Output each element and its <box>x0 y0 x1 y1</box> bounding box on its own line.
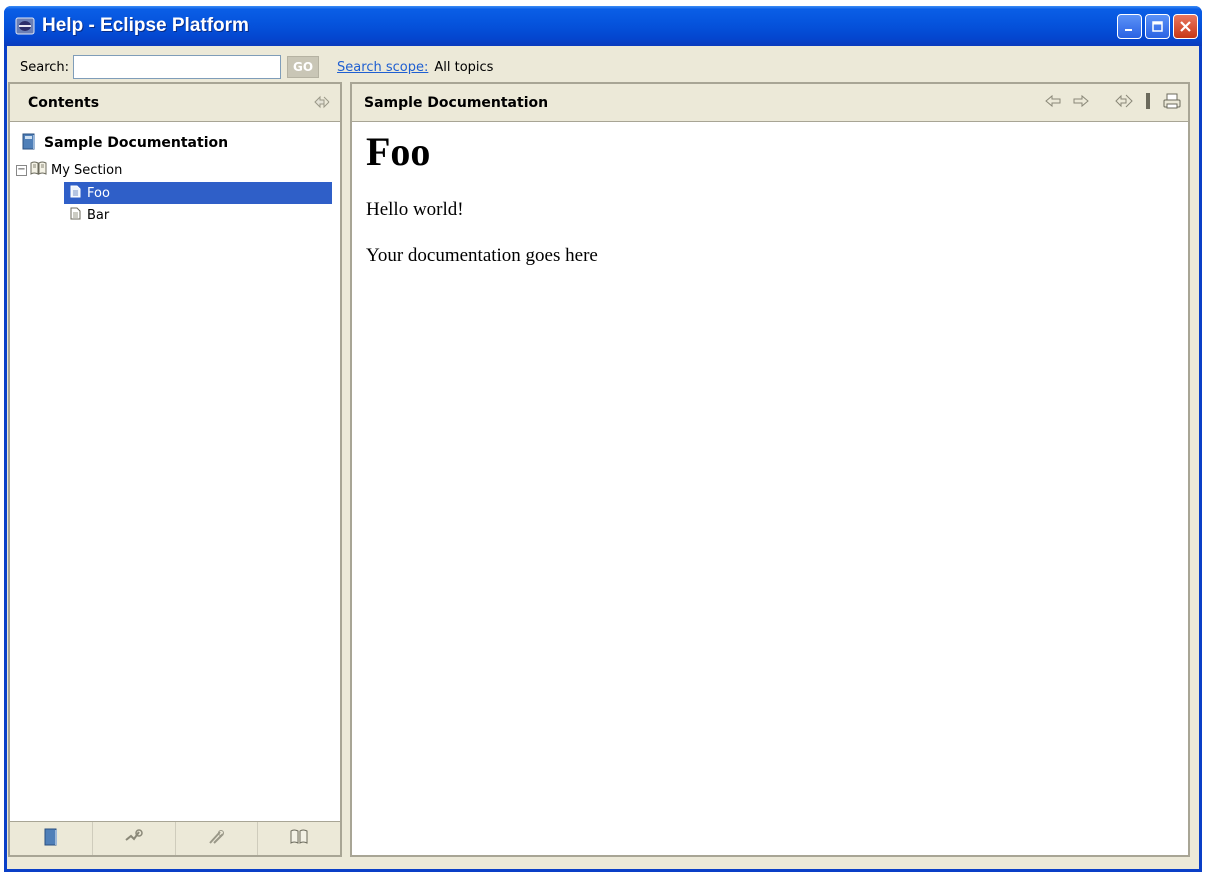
document-pane: Sample Documentation Foo Hello world! Yo… <box>350 82 1190 857</box>
document-title: Sample Documentation <box>364 94 549 111</box>
document-paragraph: Your documentation goes here <box>366 245 598 266</box>
index-icon <box>290 829 308 848</box>
maximize-button[interactable] <box>1145 14 1170 39</box>
close-button[interactable] <box>1173 14 1198 39</box>
open-book-icon <box>30 161 47 179</box>
minimize-button[interactable] <box>1117 14 1142 39</box>
document-header: Sample Documentation <box>352 84 1188 122</box>
search-results-tab[interactable] <box>93 822 176 855</box>
document-toolbar <box>1044 92 1182 114</box>
search-icon <box>124 828 144 849</box>
tree-section[interactable]: − My Section <box>10 158 340 182</box>
contents-icon <box>44 828 58 849</box>
search-bar: Search: GO Search scope: All topics <box>7 50 1199 84</box>
section-label: My Section <box>51 162 123 178</box>
search-scope-link[interactable]: Search scope: <box>337 60 428 75</box>
go-button[interactable]: GO <box>287 56 320 78</box>
close-icon <box>1180 21 1191 32</box>
document-content: Foo Hello world! Your documentation goes… <box>352 126 1188 268</box>
contents-title: Contents <box>28 94 100 111</box>
forward-icon[interactable] <box>1072 94 1090 112</box>
index-tab[interactable] <box>258 822 340 855</box>
maximize-icon <box>1152 21 1163 32</box>
tree-topic-bar[interactable]: Bar <box>64 204 332 226</box>
bookmarks-icon <box>206 828 226 849</box>
eclipse-icon <box>15 17 35 35</box>
book-label: Sample Documentation <box>44 135 229 151</box>
search-label: Search: <box>20 59 70 75</box>
document-heading: Foo <box>366 129 431 174</box>
topic-label: Foo <box>87 185 110 201</box>
bookmarks-tab[interactable] <box>176 822 259 855</box>
contents-tree: Sample Documentation − My Section Foo Ba… <box>10 122 340 226</box>
title-bar[interactable]: Help - Eclipse Platform <box>4 6 1202 46</box>
topic-label: Bar <box>87 207 110 223</box>
contents-pane: Contents Sample Documentation − My Secti… <box>8 82 342 857</box>
show-in-contents-icon[interactable] <box>1114 92 1134 114</box>
bookmark-document-icon[interactable] <box>1144 92 1152 114</box>
print-icon[interactable] <box>1162 92 1182 114</box>
topic-page-icon <box>70 185 81 202</box>
collapse-icon[interactable]: − <box>16 164 27 176</box>
search-input[interactable] <box>73 55 282 79</box>
tree-topic-foo[interactable]: Foo <box>64 182 332 204</box>
window-title: Help - Eclipse Platform <box>42 15 249 36</box>
search-scope-value: All topics <box>434 59 494 75</box>
contents-header: Contents <box>10 84 340 122</box>
navigation-tabs <box>10 821 340 855</box>
document-paragraph: Hello world! <box>366 199 464 220</box>
back-icon[interactable] <box>1044 94 1062 112</box>
contents-tab[interactable] <box>10 822 93 855</box>
topic-page-icon <box>70 207 81 224</box>
link-with-contents-icon[interactable] <box>312 93 332 115</box>
tree-book[interactable]: Sample Documentation <box>10 128 340 158</box>
minimize-icon <box>1125 29 1132 31</box>
book-icon <box>22 133 36 154</box>
